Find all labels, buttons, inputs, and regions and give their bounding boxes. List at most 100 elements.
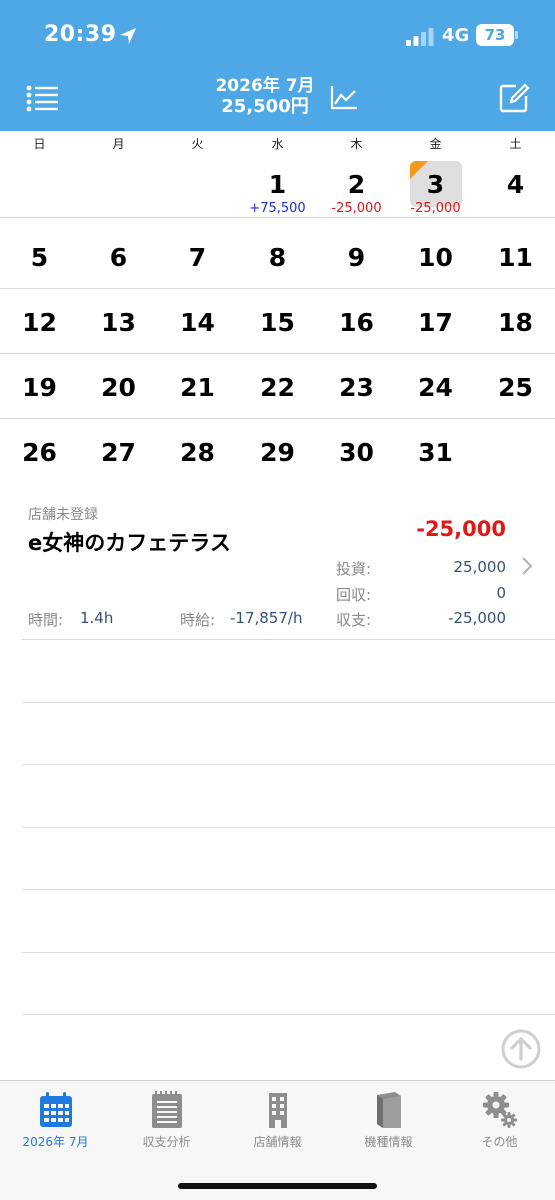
calendar-icon bbox=[40, 1092, 72, 1127]
calendar-day-11[interactable]: 11 bbox=[476, 224, 555, 289]
battery-icon: 73 bbox=[476, 24, 514, 46]
network-type: 4G bbox=[442, 25, 470, 46]
day-number: 2 bbox=[347, 170, 366, 199]
calendar-day-13[interactable]: 13 bbox=[79, 289, 158, 354]
list-separator bbox=[22, 827, 555, 828]
weekday-tue: 火 bbox=[191, 137, 204, 151]
calendar-day-26[interactable]: 26 bbox=[0, 419, 79, 484]
calendar-day-29[interactable]: 29 bbox=[238, 419, 317, 484]
tab-other[interactable]: その他 bbox=[444, 1081, 555, 1161]
day-number: 13 bbox=[101, 308, 136, 337]
day-number: 16 bbox=[339, 308, 374, 337]
weekday-sun: 日 bbox=[33, 137, 46, 151]
header-total: 25,500円 bbox=[221, 96, 309, 117]
tab-bar: 2026年 7月 収支分析 店舗情報 機種情報 その他 bbox=[0, 1080, 555, 1200]
scroll-to-top-icon[interactable] bbox=[500, 1028, 542, 1070]
calendar-day-7[interactable]: 7 bbox=[158, 224, 237, 289]
day-number: 28 bbox=[180, 438, 215, 467]
day-number: 9 bbox=[347, 243, 366, 272]
day-number: 22 bbox=[260, 373, 295, 402]
day-amount: -25,000 bbox=[331, 201, 382, 216]
list-separator bbox=[22, 764, 555, 765]
calendar-day-18[interactable]: 18 bbox=[476, 289, 555, 354]
time-value: 1.4h bbox=[80, 609, 114, 627]
calendar-day-9[interactable]: 9 bbox=[317, 224, 396, 289]
calendar-day-20[interactable]: 20 bbox=[79, 354, 158, 419]
calendar-day-23[interactable]: 23 bbox=[317, 354, 396, 419]
list-separator bbox=[22, 889, 555, 890]
list-menu-icon[interactable] bbox=[26, 84, 58, 112]
line-chart-icon[interactable] bbox=[330, 84, 358, 110]
calendar-day-3[interactable]: 3 -25,000 bbox=[396, 153, 475, 218]
tab-store-info[interactable]: 店舗情報 bbox=[222, 1081, 333, 1161]
tab-label: 店舗情報 bbox=[253, 1135, 302, 1149]
weekday-sat: 土 bbox=[509, 137, 522, 151]
gear-icon bbox=[483, 1092, 517, 1128]
calendar-day-2[interactable]: 2 -25,000 bbox=[317, 153, 396, 218]
month-title[interactable]: 2026年 7月 25,500円 bbox=[200, 76, 330, 118]
weekday-wed: 水 bbox=[271, 137, 284, 151]
day-amount: +75,500 bbox=[249, 201, 306, 216]
calendar-day-28[interactable]: 28 bbox=[158, 419, 237, 484]
calendar-day-5[interactable]: 5 bbox=[0, 224, 79, 289]
calendar-day-15[interactable]: 15 bbox=[238, 289, 317, 354]
entry-row[interactable]: 店舗未登録 e女神のカフェテラス -25,000 投資: 25,000 回収: … bbox=[22, 500, 555, 640]
location-arrow-icon bbox=[120, 28, 136, 44]
day-number: 6 bbox=[109, 243, 128, 272]
calendar-day-empty bbox=[476, 419, 555, 484]
day-number: 8 bbox=[268, 243, 287, 272]
calendar-day-24[interactable]: 24 bbox=[396, 354, 475, 419]
tab-machine-info[interactable]: 機種情報 bbox=[333, 1081, 444, 1161]
calendar-day-17[interactable]: 17 bbox=[396, 289, 475, 354]
calendar-day-12[interactable]: 12 bbox=[0, 289, 79, 354]
calendar-week-5: 26 27 28 29 30 31 bbox=[0, 419, 555, 484]
weekday-header: 日 月 火 水 木 金 土 bbox=[0, 131, 555, 153]
calendar-day-empty bbox=[158, 153, 237, 218]
day-number: 25 bbox=[498, 373, 533, 402]
battery-tip bbox=[515, 31, 518, 39]
weekday-fri: 金 bbox=[429, 137, 442, 151]
calendar-day-16[interactable]: 16 bbox=[317, 289, 396, 354]
time-label: 時間: bbox=[28, 611, 64, 629]
calendar-day-21[interactable]: 21 bbox=[158, 354, 237, 419]
hourly-rate-label: 時給: bbox=[180, 611, 216, 629]
day-number: 3 bbox=[426, 170, 445, 199]
calendar-week-3: 12 13 14 15 16 17 18 bbox=[0, 289, 555, 354]
day-number: 23 bbox=[339, 373, 374, 402]
calendar-day-14[interactable]: 14 bbox=[158, 289, 237, 354]
calendar-day-8[interactable]: 8 bbox=[238, 224, 317, 289]
list-separator bbox=[22, 1014, 555, 1015]
calendar-day-4[interactable]: 4 bbox=[476, 153, 555, 218]
chevron-right-icon bbox=[522, 557, 533, 575]
home-indicator bbox=[178, 1183, 377, 1189]
list-separator bbox=[22, 952, 555, 953]
calendar-week-4: 19 20 21 22 23 24 25 bbox=[0, 354, 555, 419]
day-amount: -25,000 bbox=[410, 201, 461, 216]
day-number: 7 bbox=[188, 243, 207, 272]
day-number: 21 bbox=[180, 373, 215, 402]
tab-label: 2026年 7月 bbox=[22, 1135, 89, 1149]
calendar-day-27[interactable]: 27 bbox=[79, 419, 158, 484]
edit-icon[interactable] bbox=[498, 82, 530, 114]
book-icon bbox=[377, 1092, 401, 1128]
day-number: 30 bbox=[339, 438, 374, 467]
calendar-day-19[interactable]: 19 bbox=[0, 354, 79, 419]
calendar-day-30[interactable]: 30 bbox=[317, 419, 396, 484]
weekday-thu: 木 bbox=[350, 137, 363, 151]
calendar-day-22[interactable]: 22 bbox=[238, 354, 317, 419]
calendar-day-25[interactable]: 25 bbox=[476, 354, 555, 419]
day-number: 29 bbox=[260, 438, 295, 467]
tab-analysis[interactable]: 収支分析 bbox=[111, 1081, 222, 1161]
calendar-day-1[interactable]: 1 +75,500 bbox=[238, 153, 317, 218]
tab-label: 機種情報 bbox=[364, 1135, 413, 1149]
tab-calendar[interactable]: 2026年 7月 bbox=[0, 1081, 111, 1161]
return-value: 0 bbox=[496, 584, 506, 602]
invest-value: 25,000 bbox=[453, 558, 507, 576]
calendar-day-10[interactable]: 10 bbox=[396, 224, 475, 289]
cellular-signal-icon bbox=[406, 28, 434, 46]
calendar-day-31[interactable]: 31 bbox=[396, 419, 475, 484]
notepad-icon bbox=[152, 1091, 182, 1128]
hourly-rate-value: -17,857/h bbox=[230, 609, 303, 627]
calendar-day-6[interactable]: 6 bbox=[79, 224, 158, 289]
tab-label: その他 bbox=[481, 1135, 518, 1149]
